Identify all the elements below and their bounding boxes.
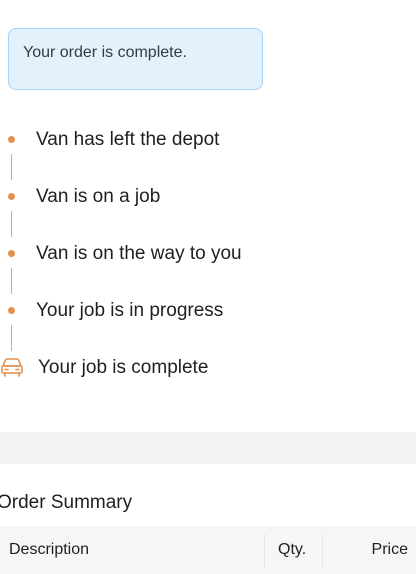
van-icon xyxy=(0,356,24,378)
step-label: Van has left the depot xyxy=(36,129,220,150)
order-summary-title: Order Summary xyxy=(0,492,133,513)
section-separator xyxy=(0,432,416,464)
timeline-step-in-progress: Your job is in progress xyxy=(0,291,416,331)
alert-message: Your order is complete. xyxy=(23,44,187,61)
step-label: Your job is in progress xyxy=(36,300,224,321)
order-status-page: Your order is complete. Van has left the… xyxy=(0,0,416,574)
timeline-step-complete: Your job is complete xyxy=(0,348,416,388)
column-divider xyxy=(264,534,265,568)
timeline-step-on-a-job: Van is on a job xyxy=(0,177,416,217)
column-header-price: Price xyxy=(371,541,408,558)
order-progress-timeline: Van has left the depot Van is on a job V… xyxy=(0,120,416,390)
step-dot-icon xyxy=(8,193,15,200)
step-dot-icon xyxy=(8,250,15,257)
step-label: Van is on the way to you xyxy=(36,243,242,264)
column-header-qty: Qty. xyxy=(278,541,307,558)
timeline-step-left-depot: Van has left the depot xyxy=(0,120,416,160)
column-divider xyxy=(322,534,323,568)
step-label: Van is on a job xyxy=(36,186,161,207)
column-header-description: Description xyxy=(9,541,90,558)
order-summary-table-header: Description Qty. Price xyxy=(0,526,416,574)
step-label: Your job is complete xyxy=(38,357,209,378)
timeline-step-on-the-way: Van is on the way to you xyxy=(0,234,416,274)
step-dot-icon xyxy=(8,136,15,143)
step-dot-icon xyxy=(8,307,15,314)
order-complete-alert: Your order is complete. xyxy=(8,28,263,90)
